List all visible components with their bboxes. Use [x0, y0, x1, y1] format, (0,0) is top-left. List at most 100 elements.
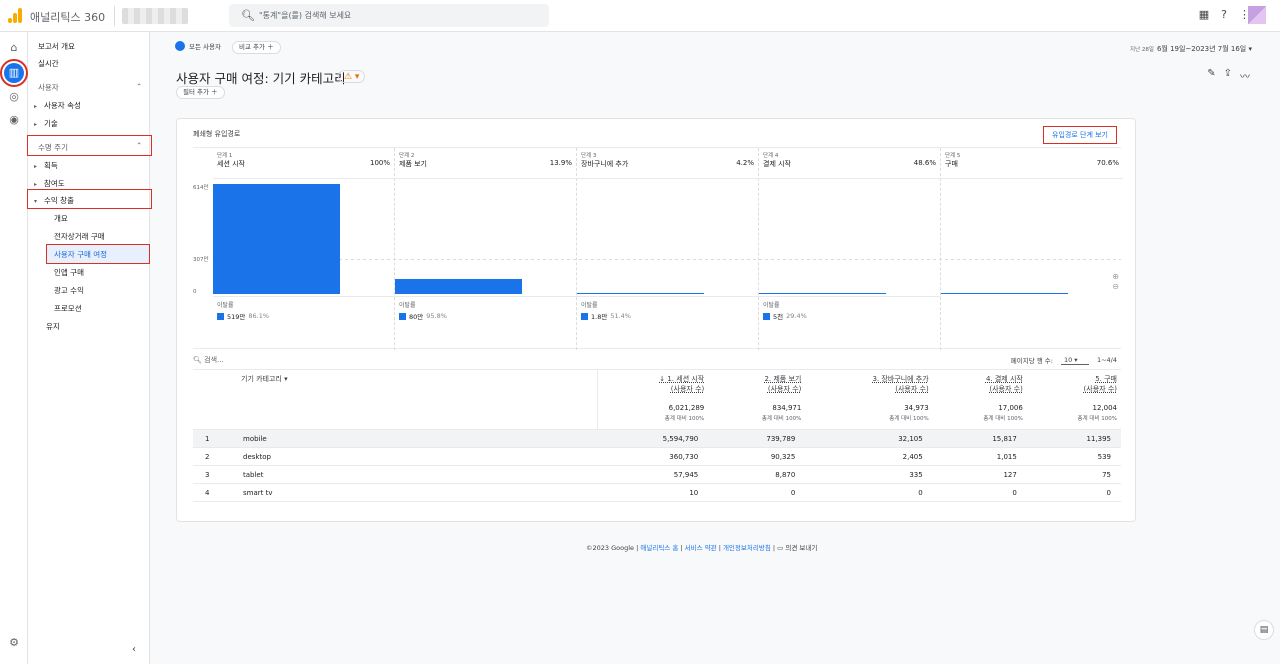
table-row[interactable]: 1 mobile 5,594,790 739,789 32,105 15,817 11,3…: [193, 429, 1121, 448]
sidebar-item-engagement[interactable]: ▸ 참여도: [34, 178, 65, 189]
sidebar-section-lifecycle[interactable]: 수명 주기: [38, 142, 68, 153]
table-row[interactable]: 3 tablet 57,945 8,870 335 127 75: [193, 465, 1121, 484]
funnel-step[interactable]: 단계 1 세션 시작 100% 이탈률 519만 86.1%: [213, 148, 395, 350]
sidebar-item-purchase-journey[interactable]: 사용자 구매 여정: [54, 249, 107, 260]
sidebar-item-promotion[interactable]: 프로모션: [54, 303, 82, 314]
add-comparison-button[interactable]: 비교 추가 ＋: [232, 41, 281, 54]
legend-swatch: [581, 312, 588, 320]
edit-report-icon[interactable]: ✎: [1207, 68, 1215, 83]
metric-cell: 2,405: [805, 447, 933, 466]
sidebar-item-tech[interactable]: ▸ 기술: [34, 118, 58, 129]
advertising-icon[interactable]: ◉: [7, 113, 21, 127]
metric-cell: 0: [932, 483, 1027, 502]
chevron-up-icon[interactable]: ⌃: [136, 82, 142, 91]
metric-header[interactable]: 2. 제품 보기 (사용자 수) 834,971 총계 대비 100%: [708, 369, 806, 430]
main-content: 모든 사용자 비교 추가 ＋ 지난 28일 6월 19일~2023년 7월 16일…: [150, 32, 1280, 664]
zoom-in-icon[interactable]: ⊕: [1112, 272, 1119, 281]
funnel-bar[interactable]: [941, 293, 1068, 294]
apps-grid-icon[interactable]: ▦: [1199, 8, 1209, 21]
device-category-cell: mobile: [233, 429, 598, 448]
funnel-step[interactable]: 단계 4 결제 시작 48.6% 이탈률 5천 29.4%: [759, 148, 941, 350]
share-icon[interactable]: ⇪: [1224, 68, 1232, 83]
caret-down-icon: ▾: [34, 198, 38, 205]
settings-gear-icon[interactable]: ⚙: [7, 636, 21, 650]
explore-icon[interactable]: ◎: [7, 90, 21, 104]
sidebar-item-ecommerce[interactable]: 전자상거래 구매: [54, 231, 105, 242]
step-header-divider: [395, 178, 577, 179]
chevron-up-icon[interactable]: ⌃: [136, 141, 142, 150]
search-input[interactable]: "통계"을(를) 검색해 보세요: [259, 10, 351, 21]
analytics-logo[interactable]: [8, 8, 22, 23]
feedback-button[interactable]: ▭ 의견 보내기: [777, 544, 817, 552]
metric-cell: 360,730: [597, 447, 709, 466]
app-name[interactable]: 애널리틱스 360: [30, 9, 105, 25]
funnel-step[interactable]: 단계 5 구매 70.6% ⊕ ⊖: [941, 148, 1123, 350]
sidebar-item-overview[interactable]: 보고서 개요: [38, 41, 75, 52]
metric-cell: 10: [597, 483, 709, 502]
segment-chip[interactable]: 모든 사용자: [175, 41, 221, 51]
date-range-picker[interactable]: 지난 28일 6월 19일~2023년 7월 16일 ▾: [1130, 44, 1252, 54]
device-category-cell: tablet: [233, 465, 598, 484]
dimension-header[interactable]: 기기 카테고리 ▾: [193, 369, 598, 430]
funnel-bar[interactable]: [759, 293, 886, 294]
table-row[interactable]: 2 desktop 360,730 90,325 2,405 1,015 539: [193, 447, 1121, 466]
footer-link-analytics-home[interactable]: 애널리틱스 홈: [640, 544, 678, 552]
help-icon[interactable]: ?: [1221, 8, 1227, 21]
funnel-bar[interactable]: [213, 184, 340, 294]
abandonment-label: 이탈률: [399, 302, 416, 309]
rows-per-page-select[interactable]: 10 ▾: [1060, 356, 1089, 365]
table-row[interactable]: 4 smart tv 10 0 0 0 0: [193, 483, 1121, 502]
sidebar-item-user-attributes[interactable]: ▸ 사용자 속성: [34, 100, 81, 111]
table-search[interactable]: 🔍︎ 검색...: [193, 355, 224, 365]
row-index: 2: [193, 447, 233, 466]
step-name: 장바구니에 추가: [581, 160, 629, 168]
reports-icon[interactable]: ▥: [0, 59, 28, 87]
warning-icon[interactable]: ⚠ ▾: [338, 70, 366, 83]
metric-header[interactable]: ↓ 1. 세션 시작 (사용자 수) 6,021,289 총계 대비 100%: [597, 369, 709, 430]
add-filter-button[interactable]: 필터 추가 ＋: [176, 86, 225, 99]
abandonment-label: 이탈률: [581, 302, 598, 309]
search-bar[interactable]: 🔍︎ "통계"을(를) 검색해 보세요: [229, 4, 549, 27]
metric-header[interactable]: 3. 장바구니에 추가 (사용자 수) 34,973 총계 대비 100%: [805, 369, 933, 430]
funnel-bar[interactable]: [395, 278, 522, 294]
funnel-bar[interactable]: [577, 293, 704, 294]
sidebar-item-acquisition[interactable]: ▸ 획득: [34, 160, 58, 171]
funnel-steps-link[interactable]: 유입경로 단계 보기: [1043, 126, 1117, 144]
left-rail: ⌂ ▥ ◎ ◉ ⚙: [0, 32, 28, 664]
sidebar-section-user[interactable]: 사용자: [38, 82, 59, 93]
abandonment-info: 이탈률 519만 86.1%: [213, 296, 395, 321]
column-total: 12,004: [1092, 404, 1118, 412]
home-icon[interactable]: ⌂: [7, 41, 21, 55]
metric-cell: 0: [708, 483, 806, 502]
metric-header[interactable]: 5. 구매 (사용자 수) 12,004 총계 대비 100%: [1026, 369, 1121, 430]
pagination: 페이지당 행 수: 10 ▾ 1~4/4: [1010, 355, 1117, 366]
search-icon: 🔍︎: [241, 9, 255, 22]
insights-icon[interactable]: 〰: [1240, 68, 1250, 83]
sidebar-item-retention[interactable]: 유지: [46, 321, 60, 332]
row-index: 1: [193, 429, 233, 448]
sidebar-item-monetization[interactable]: ▾ 수익 창출: [34, 195, 74, 206]
step-header-divider: [759, 178, 941, 179]
funnel-step[interactable]: 단계 2 제품 보기 13.9% 이탈률 80만 95.8%: [395, 148, 577, 350]
zoom-out-icon[interactable]: ⊖: [1112, 282, 1119, 291]
device-category-cell: desktop: [233, 447, 598, 466]
metric-header[interactable]: 4. 결제 시작 (사용자 수) 17,006 총계 대비 100%: [932, 369, 1027, 430]
chat-icon[interactable]: ▤: [1254, 620, 1274, 640]
page-title: 사용자 구매 여정: 기기 카테고리: [176, 71, 346, 86]
collapse-chevron-icon[interactable]: ‹: [132, 644, 136, 655]
sidebar-item-realtime[interactable]: 실시간: [38, 58, 59, 69]
sidebar-item-ad-revenue[interactable]: 광고 수익: [54, 285, 84, 296]
metric-cell: 11,395: [1026, 429, 1121, 448]
sidebar-item-monetization-overview[interactable]: 개요: [54, 213, 68, 224]
column-total-percent: 총계 대비 100%: [983, 416, 1023, 422]
abandonment-value: 5천 29.4%: [763, 311, 807, 321]
footer-link-privacy[interactable]: 개인정보처리방침: [723, 544, 771, 552]
step-header-divider: [213, 178, 395, 179]
caret-right-icon: ▸: [34, 103, 38, 110]
sidebar-item-in-app-purchase[interactable]: 인앱 구매: [54, 267, 84, 278]
account-selector-blurred[interactable]: [122, 8, 188, 24]
footer-link-terms[interactable]: 서비스 약관: [685, 544, 717, 552]
avatar[interactable]: [1248, 6, 1266, 24]
funnel-step[interactable]: 단계 3 장바구니에 추가 4.2% 이탈률 1.8만 51.4%: [577, 148, 759, 350]
user-segment-icon: [175, 41, 185, 51]
